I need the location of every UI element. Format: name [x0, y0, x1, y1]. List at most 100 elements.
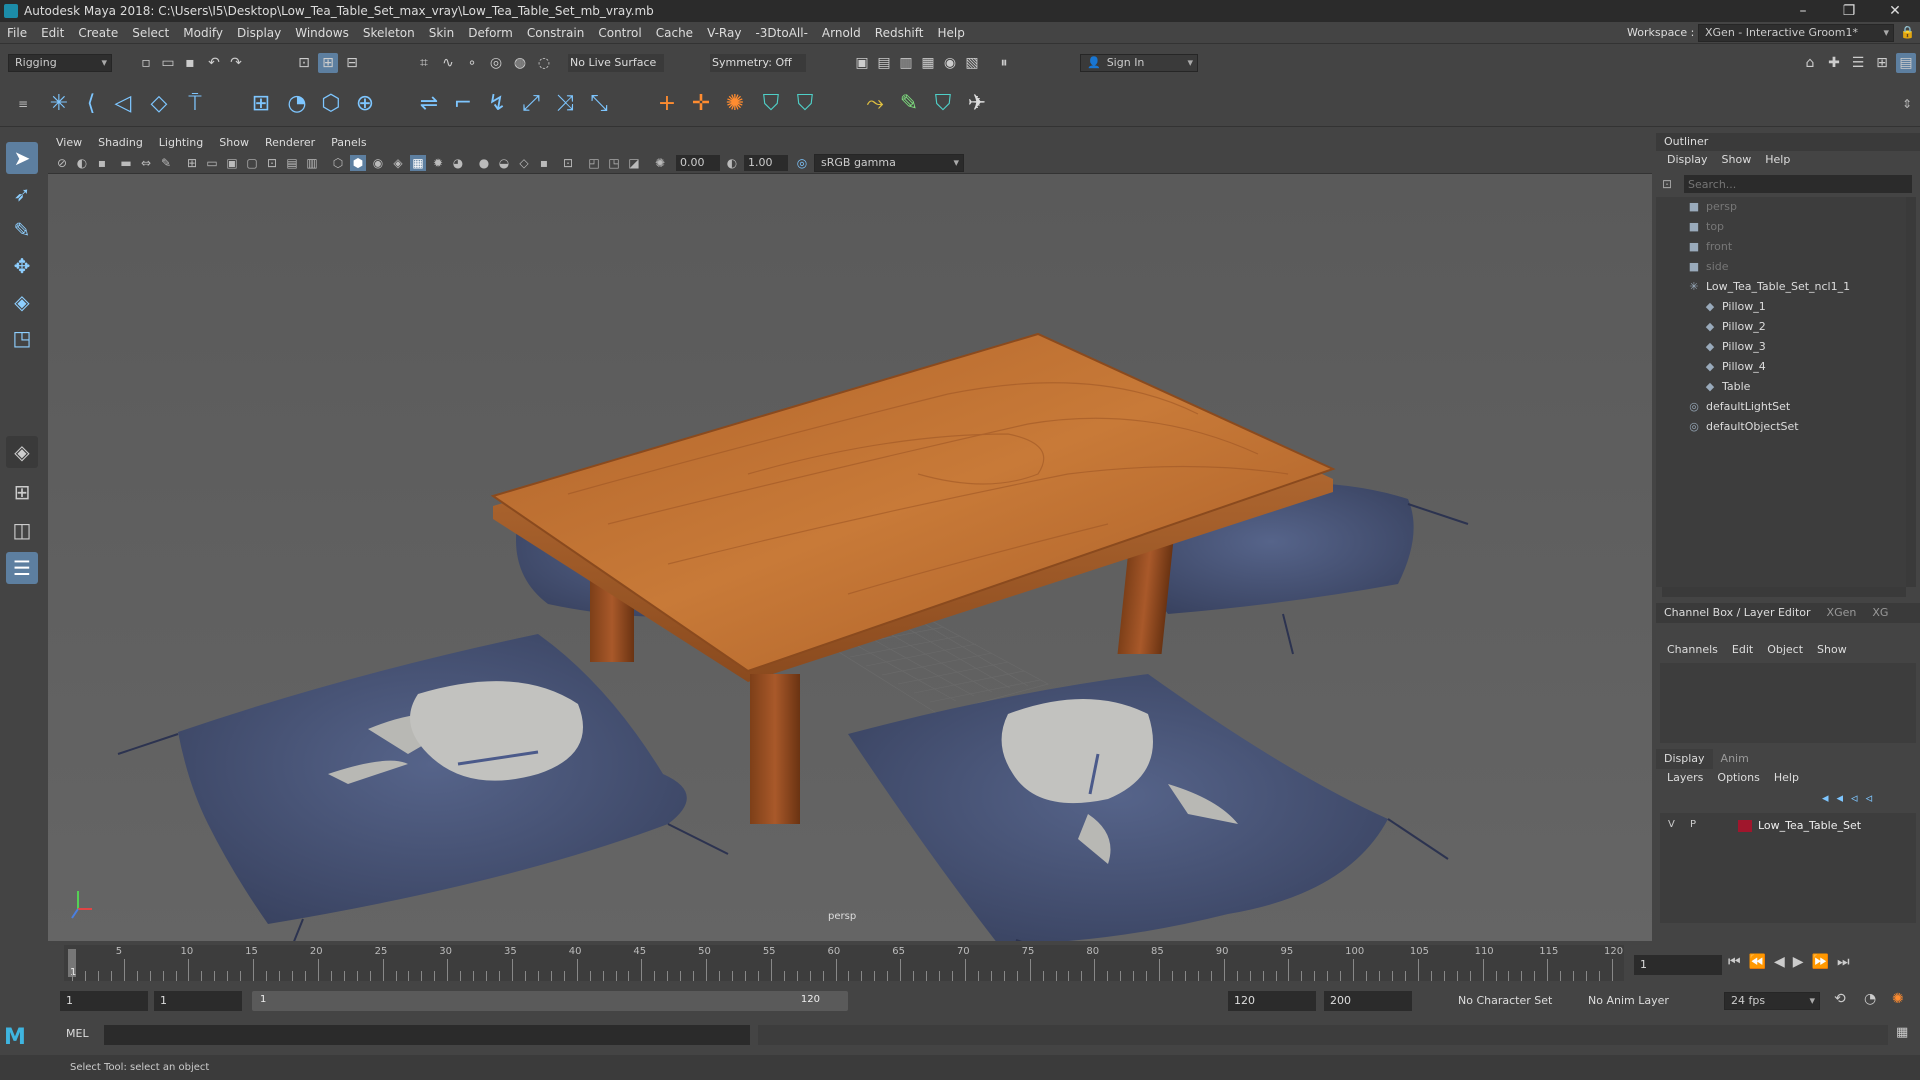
menu-create[interactable]: Create: [71, 22, 125, 44]
lasso-tool-icon[interactable]: ➶: [6, 178, 38, 210]
constraint-pole-icon[interactable]: ⤡: [584, 89, 614, 119]
constraint-parent-icon[interactable]: ⇌: [414, 89, 444, 119]
rotate-tool-icon[interactable]: ◈: [6, 286, 38, 318]
cluster-icon[interactable]: ⊕: [350, 89, 380, 119]
film-gate-icon[interactable]: ▭: [204, 155, 220, 171]
image-plane-icon[interactable]: ▬: [118, 155, 134, 171]
outliner-search-input[interactable]: [1684, 175, 1912, 193]
outliner-vscrollbar[interactable]: [1906, 197, 1916, 587]
menu-display[interactable]: Display: [230, 22, 288, 44]
minimize-button[interactable]: –: [1780, 0, 1826, 22]
rig-tool-icon[interactable]: ⛉: [928, 89, 958, 119]
outliner-menu-show[interactable]: Show: [1715, 151, 1759, 169]
outliner-layout-icon[interactable]: ☰: [6, 552, 38, 584]
close-button[interactable]: ✕: [1872, 0, 1918, 22]
save-scene-icon[interactable]: ▪: [180, 53, 200, 73]
playback-end-field[interactable]: 120: [1228, 991, 1316, 1011]
select-component-icon[interactable]: ⊟: [342, 53, 362, 73]
viewport-menu-shading[interactable]: Shading: [90, 133, 151, 152]
viewport-menu-renderer[interactable]: Renderer: [257, 133, 323, 152]
safe-title-icon[interactable]: ▥: [304, 155, 320, 171]
anim-prefs-icon[interactable]: ✺: [1892, 991, 1904, 1007]
bookmark-icon[interactable]: ▪: [94, 155, 110, 171]
select-object-icon[interactable]: ⊞: [318, 53, 338, 73]
constraint-orient-icon[interactable]: ↯: [482, 89, 512, 119]
character-set-field[interactable]: No Character Set: [1458, 991, 1588, 1011]
hik-icon[interactable]: ✺: [720, 89, 750, 119]
tab-channel-box[interactable]: Channel Box / Layer Editor: [1656, 603, 1819, 623]
ambient-occlusion-icon[interactable]: ●: [476, 155, 492, 171]
outliner-item[interactable]: ◆ Pillow_4: [1702, 357, 1766, 377]
gamma-field[interactable]: 1.00: [744, 155, 788, 171]
ik-spline-icon[interactable]: ◁: [108, 89, 138, 119]
redo-icon[interactable]: ↷: [226, 53, 246, 73]
layer-name[interactable]: Low_Tea_Table_Set: [1758, 819, 1861, 832]
select-hierarchy-icon[interactable]: ⊡: [294, 53, 314, 73]
wrap-icon[interactable]: ✎: [894, 89, 924, 119]
snap-view-icon[interactable]: ◎: [486, 53, 506, 73]
set-key-icon[interactable]: ✛: [686, 89, 716, 119]
new-scene-icon[interactable]: ▫: [136, 53, 156, 73]
time-ruler[interactable]: 1 5 10 15 20 25 30 35 40 45 50 55 60 65 70 75 80 85 90 95 1…: [64, 945, 1624, 981]
layer-color-swatch[interactable]: [1738, 820, 1752, 832]
move-tool-icon[interactable]: ✥: [6, 250, 38, 282]
outliner-menu-display[interactable]: Display: [1660, 151, 1715, 169]
range-slider[interactable]: 1 120: [252, 991, 848, 1011]
playback-start-field[interactable]: 1: [154, 991, 242, 1011]
textured-icon[interactable]: ▦: [410, 155, 426, 171]
render-view-icon[interactable]: ▧: [962, 53, 982, 73]
outliner-item[interactable]: ■ front: [1686, 237, 1732, 257]
color-space-dropdown[interactable]: sRGB gamma: [814, 154, 964, 172]
pause-icon[interactable]: ⏸: [994, 53, 1014, 73]
resolution-gate-icon[interactable]: ▣: [224, 155, 240, 171]
character-controls-icon[interactable]: ✚: [1824, 53, 1844, 73]
menu-control[interactable]: Control: [591, 22, 648, 44]
help-menu[interactable]: Help: [1767, 769, 1806, 787]
gate-mask-icon[interactable]: ▢: [244, 155, 260, 171]
outliner-item[interactable]: ■ top: [1686, 217, 1724, 237]
tab-display-layers[interactable]: Display: [1656, 749, 1713, 769]
shelf-menu-icon[interactable]: ≡: [8, 89, 38, 119]
live-surface-field[interactable]: No Live Surface: [568, 54, 664, 72]
outliner-item[interactable]: ✳ Low_Tea_Table_Set_ncl1_1: [1686, 277, 1850, 297]
menu-vray[interactable]: V-Ray: [700, 22, 748, 44]
render-seq-icon[interactable]: ▤: [874, 53, 894, 73]
layer-playback-toggle[interactable]: P: [1690, 819, 1696, 830]
outliner-hscrollbar[interactable]: [1662, 587, 1906, 597]
camera-select-icon[interactable]: ⊘: [54, 155, 70, 171]
exposure-field[interactable]: 0.00: [676, 155, 720, 171]
loop-icon[interactable]: ⟲: [1834, 991, 1846, 1007]
tool-settings-icon[interactable]: ⊞: [1872, 53, 1892, 73]
lattice-icon[interactable]: ⬡: [316, 89, 346, 119]
menu-edit[interactable]: Edit: [34, 22, 71, 44]
scene-start-field[interactable]: 1: [60, 991, 148, 1011]
shadows-icon[interactable]: ◕: [450, 155, 466, 171]
menu-arnold[interactable]: Arnold: [815, 22, 868, 44]
workspace-dropdown[interactable]: XGen - Interactive Groom1*: [1698, 24, 1894, 42]
3d-viewport[interactable]: persp: [48, 174, 1652, 970]
edit-menu[interactable]: Edit: [1725, 641, 1760, 659]
menu-cache[interactable]: Cache: [649, 22, 700, 44]
menu-constrain[interactable]: Constrain: [520, 22, 592, 44]
grease-pencil-icon[interactable]: ✎: [158, 155, 174, 171]
paint-weights-icon[interactable]: ◔: [282, 89, 312, 119]
undo-icon[interactable]: ↶: [204, 53, 224, 73]
xray-joints-icon[interactable]: ◳: [606, 155, 622, 171]
snap-grid-icon[interactable]: ⌗: [414, 53, 434, 73]
smooth-shade-icon[interactable]: ⬢: [350, 155, 366, 171]
outliner-item[interactable]: ◎ defaultLightSet: [1686, 397, 1790, 417]
locator-icon[interactable]: +: [652, 89, 682, 119]
snap-curve-icon[interactable]: ∿: [438, 53, 458, 73]
constraint-scale-icon[interactable]: ⤢: [516, 89, 546, 119]
outliner-item[interactable]: ◎ defaultObjectSet: [1686, 417, 1798, 437]
fps-dropdown[interactable]: 24 fps: [1724, 992, 1820, 1010]
exposure-icon[interactable]: ✺: [652, 155, 668, 171]
joint-tool-icon[interactable]: ✳: [44, 89, 74, 119]
insert-joint-icon[interactable]: ◇: [144, 89, 174, 119]
playback-controls[interactable]: ⏮⏪◀▶⏩⏭: [1728, 954, 1858, 970]
wireframe-on-shaded-icon[interactable]: ◈: [390, 155, 406, 171]
current-frame-field[interactable]: 1: [1634, 955, 1722, 975]
depth-of-field-icon[interactable]: ▪: [536, 155, 552, 171]
outliner-item[interactable]: ◆ Pillow_3: [1702, 337, 1766, 357]
options-menu[interactable]: Options: [1710, 769, 1766, 787]
